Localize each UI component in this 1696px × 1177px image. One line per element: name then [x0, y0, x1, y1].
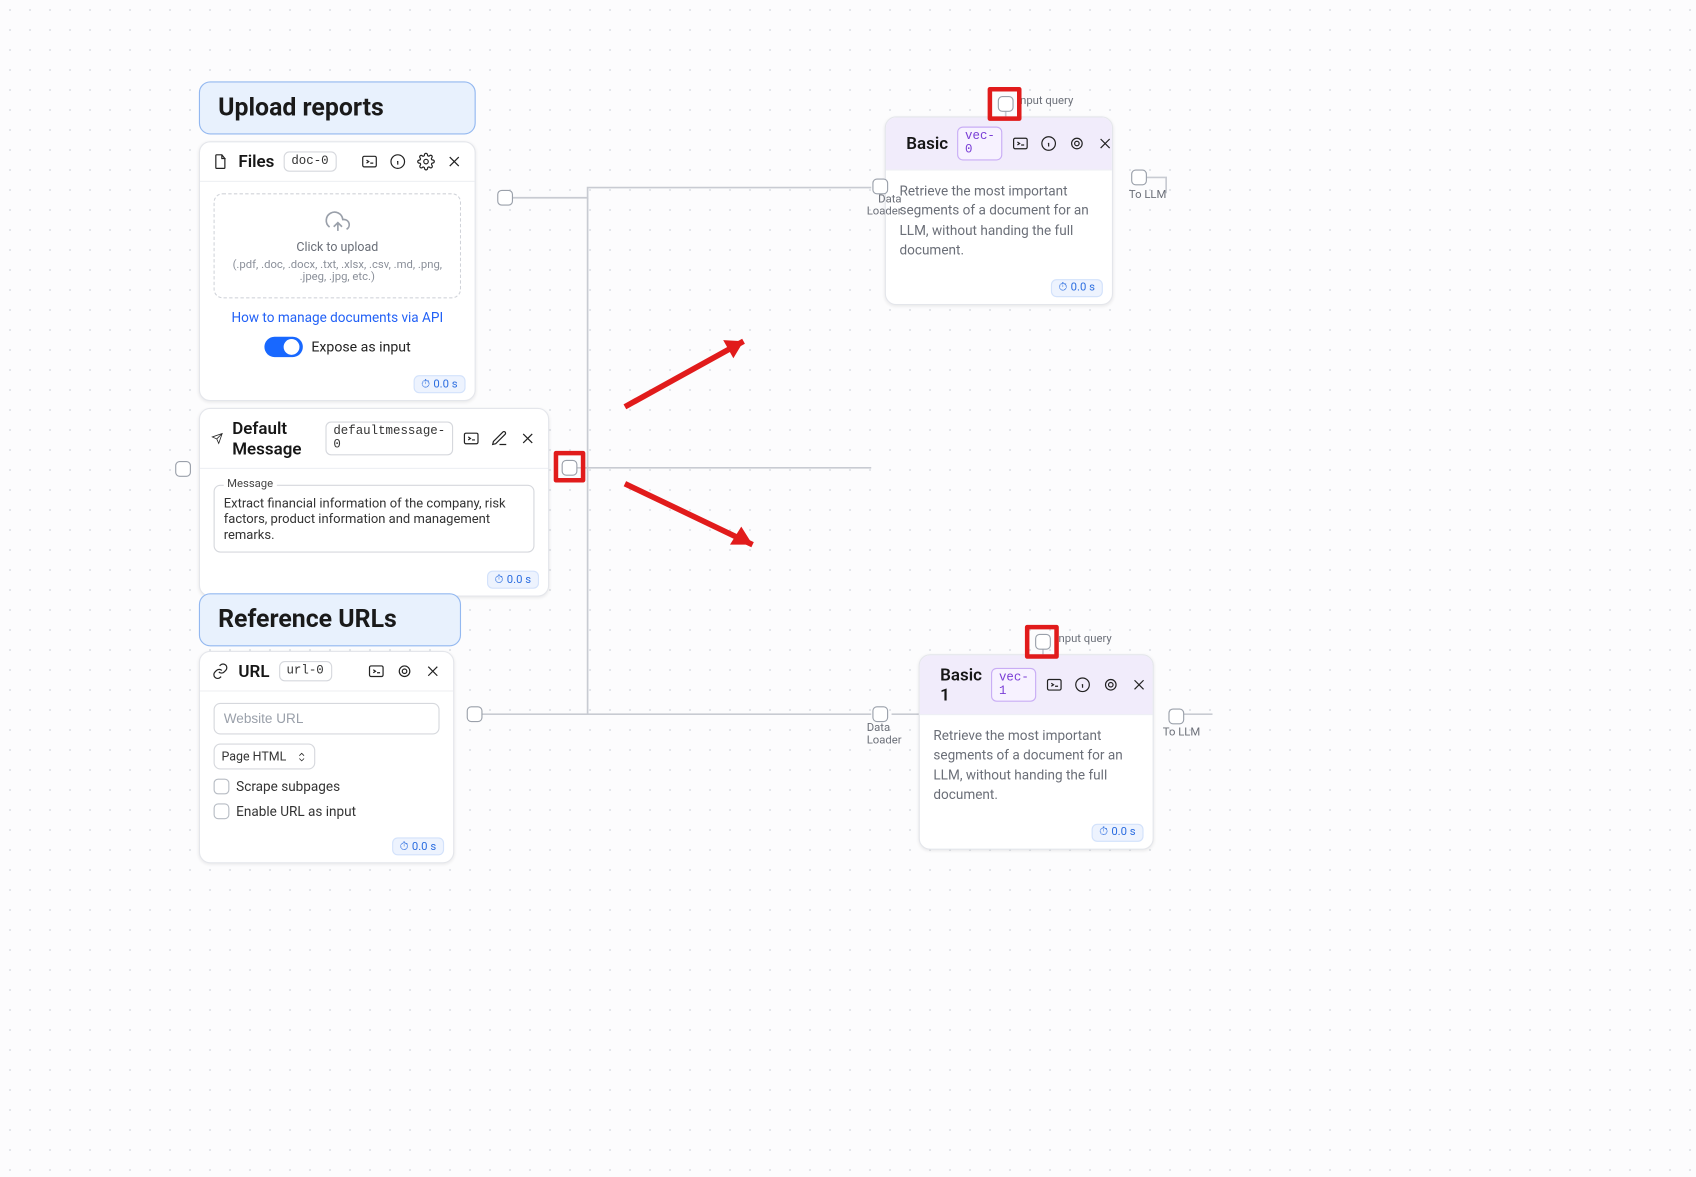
gear-icon[interactable] [1068, 134, 1086, 152]
port-label-inputquery: Input query [1017, 95, 1073, 107]
port-basic1-dataloader[interactable] [872, 706, 888, 722]
close-icon[interactable] [1097, 134, 1115, 152]
close-icon[interactable] [1130, 676, 1148, 694]
cloud-upload-icon [325, 210, 350, 235]
port-files-out[interactable] [497, 190, 513, 206]
edit-icon[interactable] [490, 429, 508, 447]
annotation-arrow-up [619, 328, 766, 418]
link-icon [211, 662, 229, 680]
port-label-tollm: To LLM [1129, 189, 1166, 201]
group-header-reference-urls: Reference URLs [199, 593, 461, 646]
node-basic-1: Basic 1 vec-1 Retrieve the most importan… [919, 654, 1154, 849]
highlight-box-basic1-inputquery [1025, 625, 1059, 659]
send-icon [211, 429, 223, 447]
port-label-dataloader: Data Loader [867, 722, 902, 747]
upload-formats: (.pdf, .doc, .docx, .txt, .xlsx, .csv, .… [226, 259, 449, 284]
port-defmsg-in[interactable] [175, 461, 191, 477]
timing-badge: ⏱ 0.0 s [1091, 823, 1143, 841]
node-id-badge: defaultmessage-0 [325, 421, 453, 455]
annotation-arrow-down [619, 475, 777, 565]
upload-dropzone[interactable]: Click to upload (.pdf, .doc, .docx, .txt… [214, 193, 461, 298]
node-title: Default Message [232, 418, 316, 459]
info-icon[interactable] [1074, 676, 1092, 694]
console-icon[interactable] [367, 662, 385, 680]
gear-icon[interactable] [396, 662, 414, 680]
close-icon[interactable] [424, 662, 442, 680]
node-url: URL url-0 Page HTML Scrape subpages Enab… [199, 651, 454, 863]
port-basic0-tollm[interactable] [1131, 170, 1147, 186]
group-title: Upload reports [218, 94, 384, 122]
node-default-message: Default Message defaultmessage-0 Message… [199, 408, 549, 597]
info-icon[interactable] [1040, 134, 1058, 152]
close-icon[interactable] [445, 153, 463, 171]
group-header-upload-reports: Upload reports [199, 81, 476, 134]
message-label: Message [224, 478, 277, 490]
timing-badge: ⏱ 0.0 s [487, 571, 539, 589]
highlight-box-basic0-inputquery [988, 87, 1022, 121]
website-url-input[interactable] [214, 703, 440, 735]
console-icon[interactable] [462, 429, 480, 447]
timing-badge: ⏱ 0.0 s [392, 837, 444, 855]
enable-url-label: Enable URL as input [236, 803, 356, 819]
console-icon[interactable] [360, 153, 378, 171]
select-value: Page HTML [221, 749, 286, 764]
gear-icon[interactable] [1102, 676, 1120, 694]
scrape-label: Scrape subpages [236, 779, 340, 795]
node-id-badge: vec-1 [991, 668, 1037, 702]
expose-toggle[interactable] [264, 337, 302, 357]
port-label-inputquery: Input query [1055, 633, 1111, 645]
info-icon[interactable] [389, 153, 407, 171]
node-basic-0: Basic vec-0 Retrieve the most important … [885, 116, 1113, 304]
page-mode-select[interactable]: Page HTML [214, 744, 316, 770]
close-icon[interactable] [519, 429, 537, 447]
node-id-badge: doc-0 [283, 151, 336, 171]
node-title: URL [238, 661, 269, 681]
highlight-box-msg-out [554, 451, 586, 483]
node-files: Files doc-0 Click to upload (.pdf, .doc,… [199, 141, 476, 401]
node-desc: Retrieve the most important segments of … [920, 715, 1153, 816]
gear-icon[interactable] [417, 153, 435, 171]
scrape-checkbox[interactable] [214, 779, 230, 795]
expose-label: Expose as input [311, 338, 410, 355]
file-icon [211, 153, 229, 171]
timing-badge: ⏱ 0.0 s [1051, 279, 1103, 297]
console-icon[interactable] [1046, 676, 1064, 694]
message-text: Extract financial information of the com… [224, 495, 525, 542]
port-basic0-dataloader[interactable] [872, 179, 888, 195]
message-textarea[interactable]: Message Extract financial information of… [214, 485, 535, 553]
port-label-dataloader: Data Loader [867, 193, 902, 218]
node-desc: Retrieve the most important segments of … [886, 171, 1112, 272]
node-title: Basic 1 [940, 664, 982, 705]
console-icon[interactable] [1012, 134, 1030, 152]
manage-docs-link[interactable]: How to manage documents via API [214, 310, 461, 326]
node-title: Files [238, 151, 274, 171]
node-id-badge: url-0 [279, 661, 332, 681]
node-id-badge: vec-0 [957, 127, 1003, 161]
port-label-tollm: To LLM [1163, 727, 1200, 739]
group-title: Reference URLs [218, 606, 397, 634]
timing-badge: ⏱ 0.0 s [413, 375, 465, 393]
enable-url-checkbox[interactable] [214, 803, 230, 819]
node-title: Basic [906, 133, 948, 153]
port-basic1-tollm[interactable] [1168, 709, 1184, 725]
chevron-updown-icon [296, 751, 307, 762]
upload-text: Click to upload [226, 240, 449, 255]
port-url-out[interactable] [467, 706, 483, 722]
